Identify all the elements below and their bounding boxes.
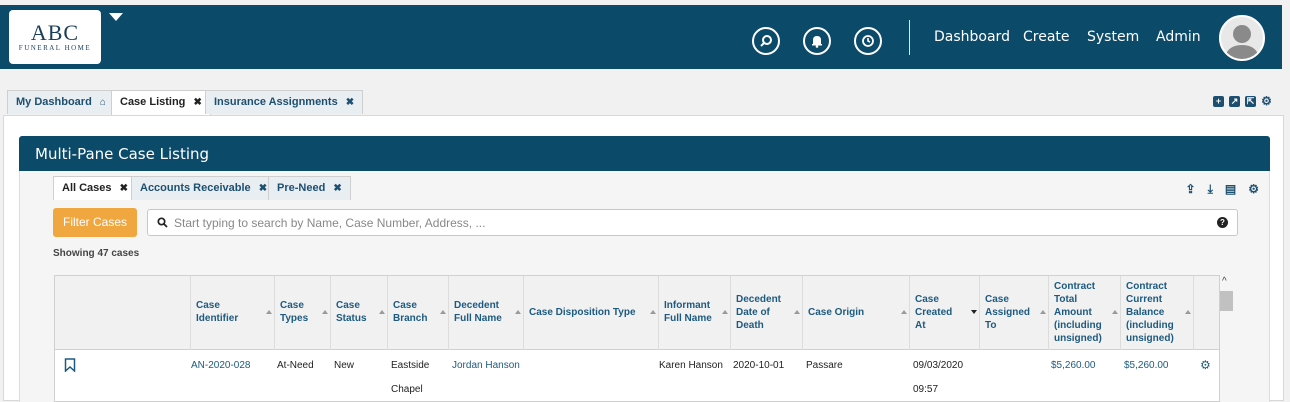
col-decedent-name[interactable]: Decedent Full Name [448, 276, 523, 350]
subtab-label: Pre-Need [277, 182, 326, 194]
panel-title: Multi-Pane Case Listing [19, 136, 1270, 171]
nav-system[interactable]: System [1087, 29, 1139, 45]
sort-icon [515, 310, 521, 314]
sort-icon [440, 310, 446, 314]
gear-icon[interactable]: ⚙ [1248, 182, 1259, 197]
close-icon[interactable]: ✖ [259, 183, 267, 194]
table-header: Case Identifier Case Types Case Status Case… [55, 276, 1219, 350]
filter-cases-button[interactable]: Filter Cases [53, 208, 137, 237]
home-icon: ⌂ [99, 97, 106, 108]
col-actions [1193, 276, 1219, 350]
col-select [55, 276, 190, 350]
col-informant-name[interactable]: Informant Full Name [658, 276, 730, 350]
main-content: Multi-Pane Case Listing All Cases ✖ Acco… [3, 115, 1284, 402]
col-contract-total[interactable]: Contract Total Amount (including unsigned) [1048, 276, 1120, 350]
col-contract-balance[interactable]: Contract Current Balance (including unsigned… [1120, 276, 1193, 350]
sort-icon [266, 310, 272, 314]
close-icon[interactable]: ✖ [346, 97, 354, 108]
cell-case-origin: Passare [806, 360, 843, 371]
subtab-label: All Cases [62, 182, 112, 194]
table-scrollbar[interactable]: ^ [1218, 276, 1234, 347]
chevron-up-icon[interactable]: ^ [1222, 276, 1227, 287]
col-assigned-to[interactable]: Case Assigned To [979, 276, 1048, 350]
nav-divider [909, 20, 910, 55]
external-link-icon[interactable]: ⇱ [1245, 96, 1256, 107]
sort-icon [901, 310, 907, 314]
sort-icon [322, 310, 328, 314]
top-navbar: ABC FUNERAL HOME Dashboard Create System… [0, 5, 1282, 69]
cell-case-branch: Eastside Chapel [391, 360, 430, 395]
sort-icon [722, 310, 728, 314]
sort-icon [379, 310, 385, 314]
cell-case-status: New [334, 360, 355, 371]
logo-subtext: FUNERAL HOME [18, 44, 92, 52]
panel-body: All Cases ✖ Accounts Receivable ✖ Pre-Ne… [19, 171, 1270, 402]
sort-icon [1040, 310, 1046, 314]
scroll-thumb[interactable] [1220, 291, 1233, 311]
subtab-accounts-receivable[interactable]: Accounts Receivable ✖ [131, 176, 277, 200]
col-case-status[interactable]: Case Status [330, 276, 387, 350]
tab-case-listing[interactable]: Case Listing ✖ [111, 90, 211, 116]
page-tools: + ↗ ⇱ ⚙ [1213, 95, 1272, 107]
search-icon[interactable] [752, 27, 780, 55]
col-disposition-type[interactable]: Case Disposition Type [523, 276, 658, 350]
col-case-origin[interactable]: Case Origin [802, 276, 909, 350]
nav-create[interactable]: Create [1023, 29, 1070, 45]
tab-label: Insurance Assignments [214, 96, 338, 108]
subtab-pre-need[interactable]: Pre-Need ✖ [268, 176, 351, 200]
col-case-types[interactable]: Case Types [274, 276, 330, 350]
close-icon[interactable]: ✖ [333, 183, 341, 194]
search-icon [157, 217, 168, 228]
close-icon[interactable]: ✖ [193, 97, 201, 108]
cell-case-types: At-Need [277, 360, 314, 371]
subtab-all-cases[interactable]: All Cases ✖ [53, 176, 137, 200]
clock-icon[interactable] [854, 27, 882, 55]
download-icon[interactable]: ⤓ [1208, 182, 1213, 197]
user-avatar[interactable] [1219, 15, 1265, 61]
upload-icon[interactable]: ⇪ [1186, 182, 1196, 197]
cell-decedent-name[interactable]: Jordan Hanson [452, 359, 520, 373]
cases-table: Case Identifier Case Types Case Status Case… [54, 275, 1220, 402]
archive-icon[interactable]: ▤ [1225, 182, 1236, 197]
cell-case-identifier[interactable]: AN-2020-028 [191, 359, 250, 373]
cell-date-of-death: 2020-10-01 [733, 360, 785, 371]
cell-contract-balance[interactable]: $5,260.00 [1124, 359, 1169, 373]
nav-admin[interactable]: Admin [1156, 29, 1201, 45]
bookmark-icon[interactable] [64, 358, 76, 372]
close-icon[interactable]: ✖ [120, 183, 128, 194]
help-icon[interactable]: ? [1217, 217, 1228, 228]
search-input[interactable] [174, 213, 1204, 233]
search-box: ? [147, 209, 1238, 236]
nav-dashboard[interactable]: Dashboard [934, 29, 1010, 45]
col-created-at[interactable]: Case Created At [909, 276, 979, 350]
gear-icon[interactable]: ⚙ [1200, 358, 1211, 372]
sort-desc-icon [971, 310, 977, 314]
sort-icon [1112, 310, 1118, 314]
logo-text: ABC [30, 20, 80, 45]
subtab-label: Accounts Receivable [140, 182, 251, 194]
cell-contract-total[interactable]: $5,260.00 [1051, 359, 1096, 373]
sort-icon [1185, 310, 1191, 314]
bell-icon[interactable] [803, 27, 831, 55]
tab-label: My Dashboard [16, 96, 92, 108]
share-icon[interactable]: ↗ [1229, 96, 1240, 107]
cell-informant-name: Karen Hanson [659, 360, 723, 371]
col-case-branch[interactable]: Case Branch [387, 276, 448, 350]
cell-created-at: 09/03/2020 09:57 [913, 360, 964, 395]
case-count: Showing 47 cases [53, 248, 140, 259]
tab-insurance-assignments[interactable]: Insurance Assignments ✖ [205, 90, 364, 114]
chevron-down-icon[interactable] [109, 13, 123, 21]
gear-icon[interactable]: ⚙ [1261, 95, 1272, 107]
listing-tools: ⇪ ⤓ ▤ ⚙ [1186, 182, 1259, 197]
tab-label: Case Listing [120, 96, 186, 108]
tab-my-dashboard[interactable]: My Dashboard ⌂ [7, 90, 115, 114]
sort-icon [650, 310, 656, 314]
add-icon[interactable]: + [1213, 96, 1224, 107]
sort-icon [794, 310, 800, 314]
company-logo[interactable]: ABC FUNERAL HOME [9, 10, 101, 64]
col-date-of-death[interactable]: Decedent Date of Death [730, 276, 802, 350]
col-case-identifier[interactable]: Case Identifier [190, 276, 274, 350]
